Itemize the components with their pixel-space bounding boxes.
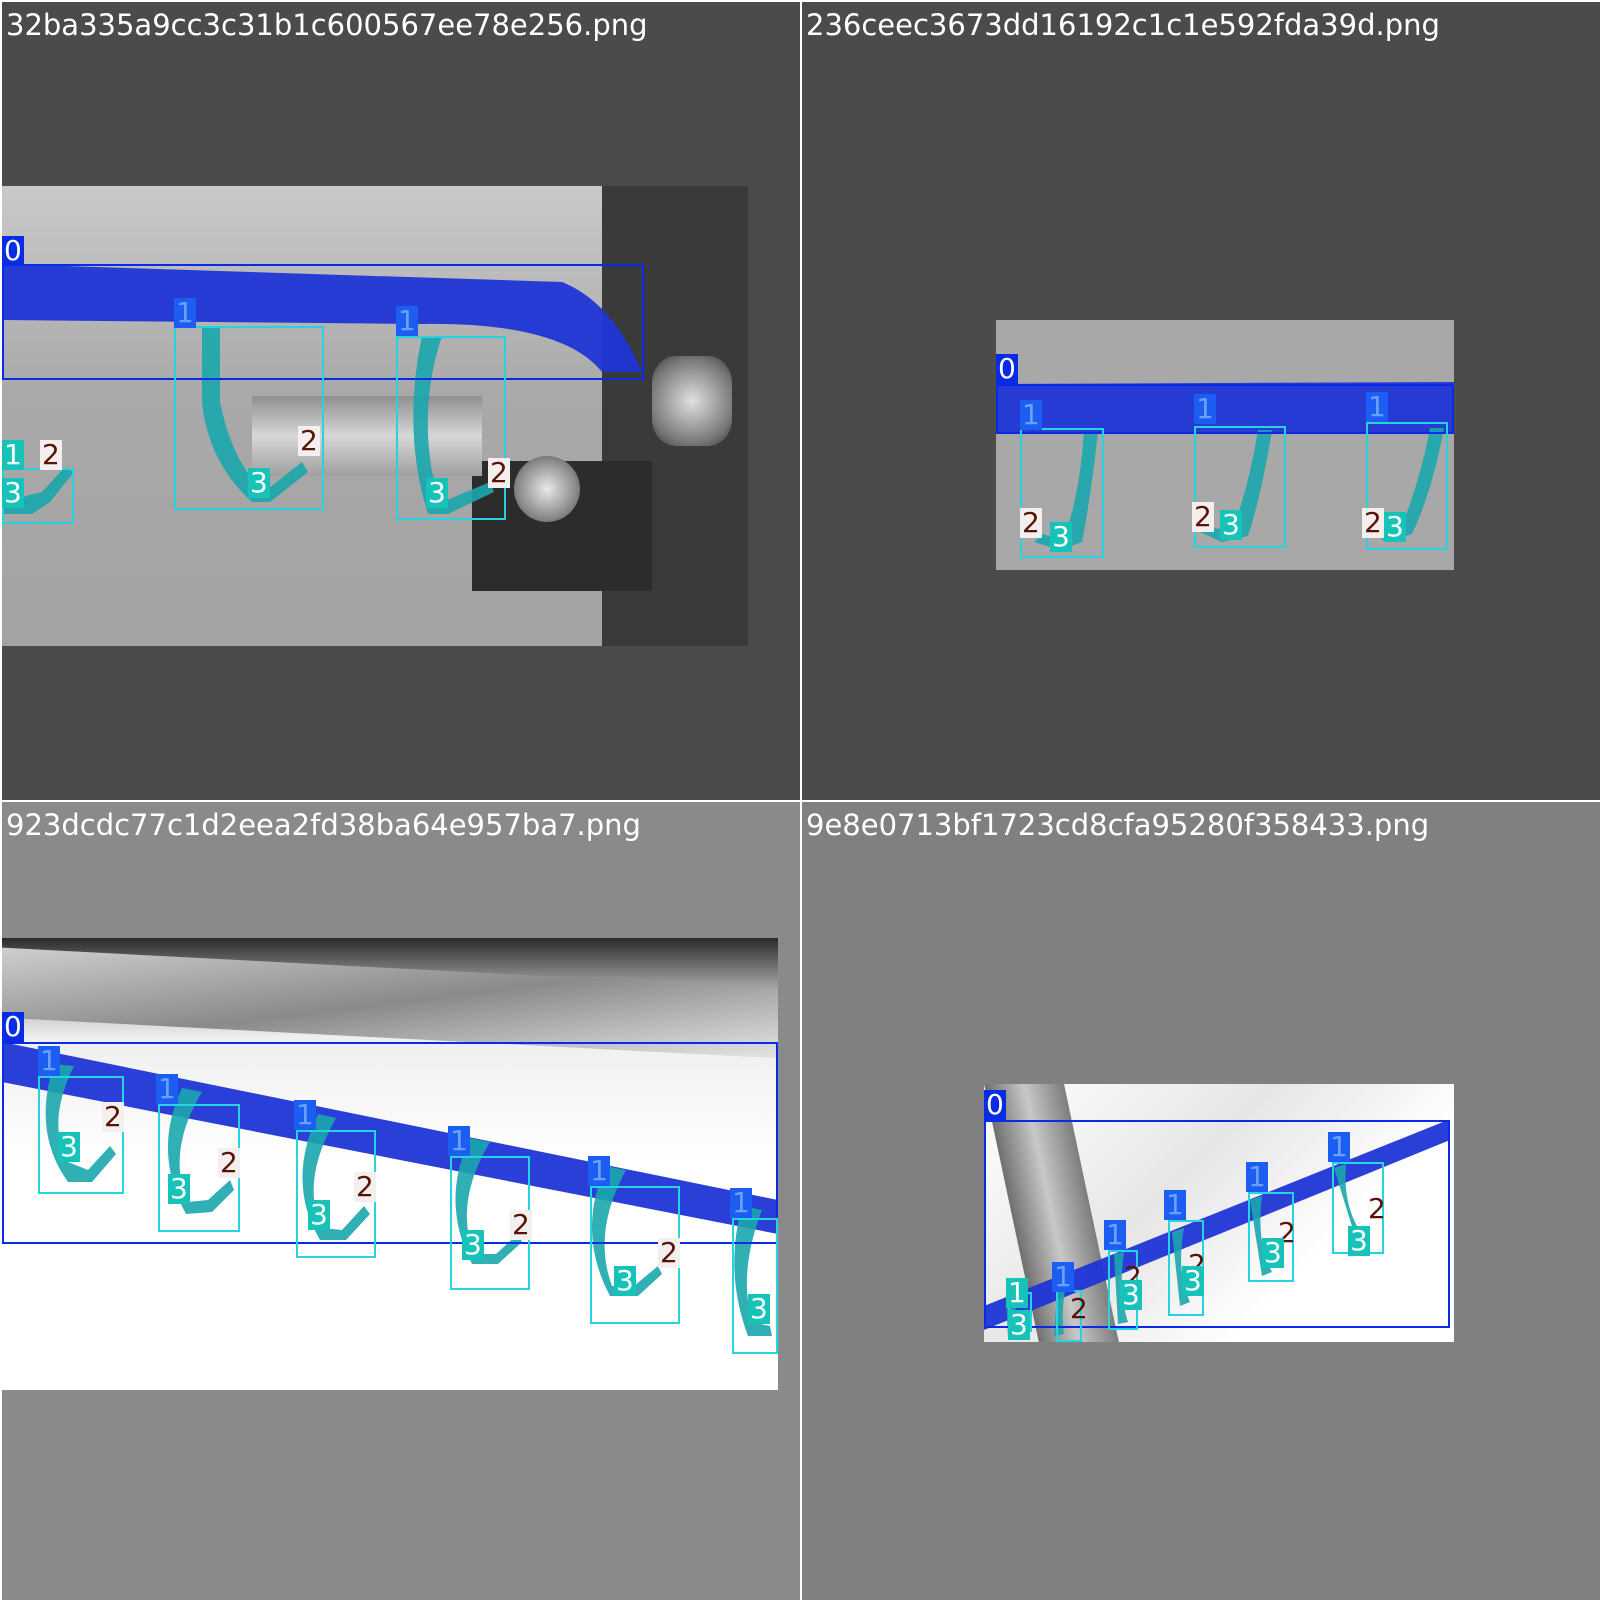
label-class-3: 3 xyxy=(1220,508,1242,541)
label-class-2: 2 xyxy=(354,1170,376,1203)
label-class-1: 1 xyxy=(396,304,418,337)
label-class-1: 1 xyxy=(1020,398,1042,431)
mosaic-grid: 32ba335a9cc3c31b1c600567ee78e256.png 0 1… xyxy=(0,0,1600,1600)
tile-3: 923dcdc77c1d2eea2fd38ba64e957ba7.png 0 1… xyxy=(2,802,800,1600)
label-class-2: 2 xyxy=(658,1236,680,1269)
tile-2-filename: 236ceec3673dd16192c1c1e592fda39d.png xyxy=(806,8,1440,42)
tile-4-filename: 9e8e0713bf1723cd8cfa95280f358433.png xyxy=(806,808,1430,842)
label-class-2: 2 xyxy=(1070,1292,1088,1325)
label-class-3: 3 xyxy=(308,1198,330,1231)
label-class-2: 2 xyxy=(218,1146,240,1179)
label-class-2: 2 xyxy=(298,424,320,457)
label-class-1: 1 xyxy=(38,1044,60,1077)
tile-1: 32ba335a9cc3c31b1c600567ee78e256.png 0 1… xyxy=(2,2,800,800)
bbox-class-1 xyxy=(396,336,506,520)
label-class-2: 2 xyxy=(1020,506,1042,539)
label-class-0: 0 xyxy=(996,352,1018,385)
label-class-3: 3 xyxy=(426,476,448,509)
label-class-3: 3 xyxy=(2,476,24,509)
label-class-2: 2 xyxy=(102,1100,124,1133)
tile-1-filename: 32ba335a9cc3c31b1c600567ee78e256.png xyxy=(6,8,648,42)
label-class-0: 0 xyxy=(984,1088,1006,1121)
tile-4: 9e8e0713bf1723cd8cfa95280f358433.png 0 1… xyxy=(802,802,1600,1600)
bbox-class-1 xyxy=(732,1218,778,1354)
tile-2: 236ceec3673dd16192c1c1e592fda39d.png 0 1… xyxy=(802,2,1600,800)
label-class-1: 1 xyxy=(2,438,24,471)
label-class-2: 2 xyxy=(1362,506,1384,539)
label-class-0: 0 xyxy=(2,1010,24,1043)
label-class-3: 3 xyxy=(748,1292,770,1325)
label-class-3: 3 xyxy=(462,1228,484,1261)
label-class-3: 3 xyxy=(614,1264,636,1297)
label-class-3: 3 xyxy=(58,1130,80,1163)
label-class-2: 2 xyxy=(1192,500,1214,533)
label-class-3: 3 xyxy=(248,466,270,499)
label-class-2: 2 xyxy=(488,456,510,489)
label-class-1: 1 xyxy=(156,1072,178,1105)
label-class-1: 1 xyxy=(1006,1276,1028,1309)
label-class-2: 2 xyxy=(1368,1192,1386,1225)
label-class-1: 1 xyxy=(174,296,196,329)
label-class-1: 1 xyxy=(588,1154,610,1187)
label-class-2: 2 xyxy=(40,438,62,471)
label-class-3: 3 xyxy=(1120,1278,1142,1311)
label-class-3: 3 xyxy=(1384,510,1406,543)
label-class-1: 1 xyxy=(1328,1130,1350,1163)
label-class-1: 1 xyxy=(1052,1260,1074,1293)
label-class-1: 1 xyxy=(1194,392,1216,425)
label-class-3: 3 xyxy=(1348,1224,1370,1257)
label-class-1: 1 xyxy=(1104,1218,1126,1251)
tile-3-filename: 923dcdc77c1d2eea2fd38ba64e957ba7.png xyxy=(6,808,641,842)
label-class-1: 1 xyxy=(294,1098,316,1131)
label-class-1: 1 xyxy=(1164,1188,1186,1221)
label-class-3: 3 xyxy=(1050,520,1072,553)
label-class-3: 3 xyxy=(1008,1308,1030,1341)
label-class-3: 3 xyxy=(1182,1264,1204,1297)
label-class-2: 2 xyxy=(510,1208,532,1241)
label-class-1: 1 xyxy=(1246,1160,1268,1193)
label-class-0: 0 xyxy=(2,234,24,267)
label-class-3: 3 xyxy=(168,1172,190,1205)
label-class-1: 1 xyxy=(1366,390,1388,423)
label-class-1: 1 xyxy=(730,1186,752,1219)
label-class-3: 3 xyxy=(1262,1236,1284,1269)
label-class-1: 1 xyxy=(448,1124,470,1157)
